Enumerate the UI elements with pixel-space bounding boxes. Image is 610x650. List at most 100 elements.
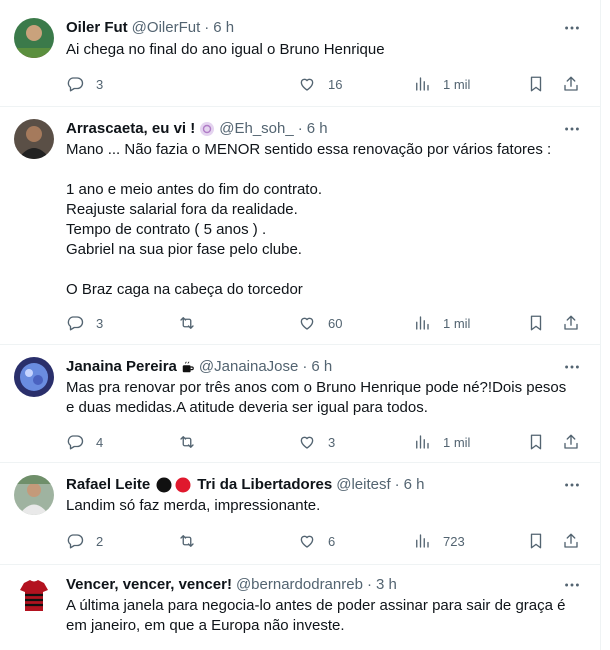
share-button[interactable]: [562, 312, 580, 334]
user-handle[interactable]: @OilerFut: [132, 18, 201, 38]
share-button[interactable]: [562, 73, 580, 95]
views-button[interactable]: 1 mil: [413, 73, 470, 95]
black-circle-icon: [156, 477, 172, 493]
user-handle[interactable]: @Eh_soh_: [219, 119, 293, 139]
tweet[interactable]: Janaina Pereira @JanainaJose · 6 h Mas p…: [0, 345, 600, 463]
display-name[interactable]: Vencer, vencer, vencer!: [66, 575, 232, 595]
timestamp[interactable]: 6 h: [213, 18, 234, 38]
avatar[interactable]: [14, 18, 54, 58]
display-name-suffix[interactable]: Tri da Libertadores: [197, 475, 332, 495]
retweet-icon: [178, 433, 196, 451]
more-icon[interactable]: [562, 119, 582, 139]
reply-icon: [66, 433, 84, 451]
timestamp[interactable]: 6 h: [311, 357, 332, 377]
reply-count: 3: [96, 76, 104, 92]
reply-icon: [66, 314, 84, 332]
heart-icon: [298, 75, 316, 93]
timeline: Oiler Fut @OilerFut · 6 h Ai chega no fi…: [0, 0, 601, 650]
like-button[interactable]: 3: [298, 431, 335, 453]
like-button[interactable]: 6: [298, 530, 335, 552]
display-name[interactable]: Oiler Fut: [66, 18, 128, 38]
tweet[interactable]: Rafael Leite Tri da Libertadores @leites…: [0, 463, 600, 565]
bookmark-button[interactable]: [527, 431, 545, 453]
avatar[interactable]: [14, 575, 54, 615]
timestamp[interactable]: 6 h: [307, 119, 328, 139]
reply-icon: [66, 75, 84, 93]
timestamp[interactable]: 3 h: [376, 575, 397, 595]
more-icon[interactable]: [562, 18, 582, 38]
views-icon: [413, 433, 431, 451]
retweet-button[interactable]: [178, 312, 196, 334]
more-icon[interactable]: [562, 575, 582, 595]
share-button[interactable]: [562, 431, 580, 453]
avatar[interactable]: [14, 119, 54, 159]
bookmark-icon: [527, 314, 545, 332]
like-count: 6: [328, 533, 336, 549]
bookmark-icon: [527, 532, 545, 550]
reply-button[interactable]: 2: [66, 530, 103, 552]
like-count: 60: [328, 315, 343, 331]
views-count: 1 mil: [443, 315, 471, 331]
bookmark-button[interactable]: [527, 530, 545, 552]
action-bar: 2 6 723: [60, 530, 588, 552]
retweet-button[interactable]: [178, 431, 196, 453]
views-icon: [413, 314, 431, 332]
profile-badge-icon: [199, 121, 215, 137]
retweet-icon: [178, 314, 196, 332]
reply-button[interactable]: 3: [66, 312, 103, 334]
tweet[interactable]: Arrascaeta, eu vi ! @Eh_soh_ · 6 h Mano …: [0, 107, 600, 345]
more-icon[interactable]: [562, 357, 582, 377]
share-button[interactable]: [562, 530, 580, 552]
reply-button[interactable]: 4: [66, 431, 103, 453]
separator-dot: ·: [297, 120, 303, 137]
like-count: 16: [328, 76, 343, 92]
like-button[interactable]: 60: [298, 312, 342, 334]
bookmark-button[interactable]: [527, 312, 545, 334]
user-handle[interactable]: @bernardodranreb: [236, 575, 363, 595]
tweet-header: Oiler Fut @OilerFut · 6 h: [66, 18, 234, 38]
share-icon: [562, 433, 580, 451]
like-button[interactable]: 16: [298, 73, 342, 95]
bookmark-button[interactable]: [527, 73, 545, 95]
coffee-emoji-icon: [181, 360, 195, 374]
action-bar: 3 60 1 mil: [60, 312, 588, 334]
views-count: 723: [443, 533, 465, 549]
more-icon[interactable]: [562, 475, 582, 495]
separator-dot: ·: [394, 476, 400, 493]
tweet-text: Mano ... Não fazia o MENOR sentido essa …: [66, 141, 552, 298]
separator-dot: ·: [302, 358, 308, 375]
user-handle[interactable]: @leitesf: [336, 475, 390, 495]
reply-button[interactable]: 3: [66, 73, 103, 95]
bookmark-icon: [527, 75, 545, 93]
tweet[interactable]: Oiler Fut @OilerFut · 6 h Ai chega no fi…: [0, 0, 600, 107]
views-button[interactable]: 1 mil: [413, 312, 470, 334]
heart-icon: [298, 314, 316, 332]
views-icon: [413, 75, 431, 93]
tweet-header: Janaina Pereira @JanainaJose · 6 h: [66, 357, 332, 377]
tweet-text: A última janela para negocia-lo antes de…: [66, 597, 566, 634]
separator-dot: ·: [366, 576, 372, 593]
user-handle[interactable]: @JanainaJose: [199, 357, 298, 377]
views-button[interactable]: 1 mil: [413, 431, 470, 453]
like-count: 3: [328, 434, 336, 450]
avatar[interactable]: [14, 357, 54, 397]
share-icon: [562, 314, 580, 332]
retweet-button[interactable]: [178, 530, 196, 552]
bookmark-icon: [527, 433, 545, 451]
display-name[interactable]: Arrascaeta, eu vi !: [66, 119, 195, 139]
action-bar: 4 3 1 mil: [60, 431, 588, 453]
share-icon: [562, 532, 580, 550]
action-bar: 3 16 1 mil: [60, 73, 588, 95]
avatar[interactable]: [14, 475, 54, 515]
heart-icon: [298, 433, 316, 451]
reply-icon: [66, 532, 84, 550]
tweet-header: Arrascaeta, eu vi ! @Eh_soh_ · 6 h: [66, 119, 328, 139]
timestamp[interactable]: 6 h: [404, 475, 425, 495]
views-icon: [413, 532, 431, 550]
tweet-header: Rafael Leite Tri da Libertadores @leites…: [66, 475, 425, 495]
reply-count: 2: [96, 533, 104, 549]
views-button[interactable]: 723: [413, 530, 465, 552]
display-name[interactable]: Rafael Leite: [66, 475, 150, 495]
tweet[interactable]: Vencer, vencer, vencer! @bernardodranreb…: [0, 565, 600, 650]
display-name[interactable]: Janaina Pereira: [66, 357, 177, 377]
